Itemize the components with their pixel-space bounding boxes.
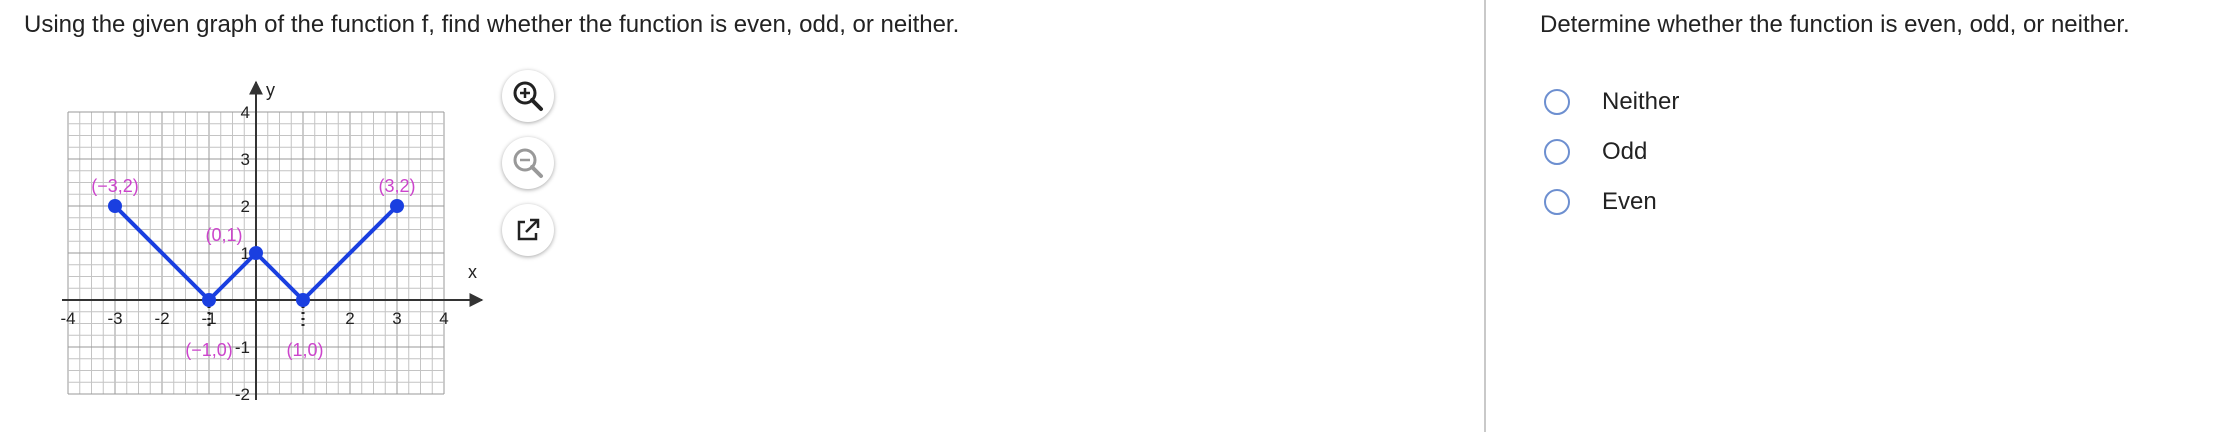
data-point <box>249 246 263 260</box>
option-label: Neither <box>1602 88 1680 115</box>
y-tick-label: 4 <box>241 103 250 122</box>
popout-button[interactable] <box>502 204 554 256</box>
y-tick-label: -2 <box>235 385 250 404</box>
x-tick-label: -3 <box>107 309 122 328</box>
radio-odd[interactable] <box>1544 139 1570 165</box>
data-point <box>296 293 310 307</box>
x-tick-label: 2 <box>345 309 354 328</box>
zoom-in-icon <box>513 81 543 111</box>
x-tick-label: -2 <box>154 309 169 328</box>
function-graph: xy-4-3-2-12344321-1-2(−3,2)(−1,0)(0,1)(1… <box>40 66 500 416</box>
zoom-out-icon <box>513 148 543 178</box>
option-label: Even <box>1602 188 1657 215</box>
question-text: Determine whether the function is even, … <box>1540 11 2130 38</box>
option-odd[interactable]: Odd <box>1540 132 1840 172</box>
y-tick-label: 3 <box>241 150 250 169</box>
y-tick-label: -1 <box>235 338 250 357</box>
external-link-icon <box>517 218 540 241</box>
point-label: (1,0) <box>286 340 323 360</box>
data-point <box>390 199 404 213</box>
radio-even[interactable] <box>1544 189 1570 215</box>
problem-prompt: Using the given graph of the function f,… <box>24 11 960 38</box>
zoom-out-button[interactable] <box>502 137 554 189</box>
x-axis-label: x <box>468 262 477 282</box>
left-pane: Using the given graph of the function f,… <box>0 0 1484 432</box>
point-label: (3,2) <box>378 176 415 196</box>
point-label: (−1,0) <box>185 340 233 360</box>
x-tick-label: -4 <box>60 309 75 328</box>
point-label: (−3,2) <box>91 176 139 196</box>
radio-neither[interactable] <box>1544 89 1570 115</box>
x-tick-label: 3 <box>392 309 401 328</box>
option-neither[interactable]: Neither <box>1540 82 1840 122</box>
x-tick-label: 4 <box>439 309 448 328</box>
option-label: Odd <box>1602 138 1648 165</box>
y-tick-label: 2 <box>241 197 250 216</box>
right-pane: Determine whether the function is even, … <box>1486 0 2230 432</box>
y-axis-label: y <box>266 80 275 100</box>
zoom-in-button[interactable] <box>502 70 554 122</box>
data-point <box>108 199 122 213</box>
graph-svg: xy-4-3-2-12344321-1-2(−3,2)(−1,0)(0,1)(1… <box>60 80 484 404</box>
data-point <box>202 293 216 307</box>
point-label: (0,1) <box>205 225 242 245</box>
option-even[interactable]: Even <box>1540 182 1840 222</box>
